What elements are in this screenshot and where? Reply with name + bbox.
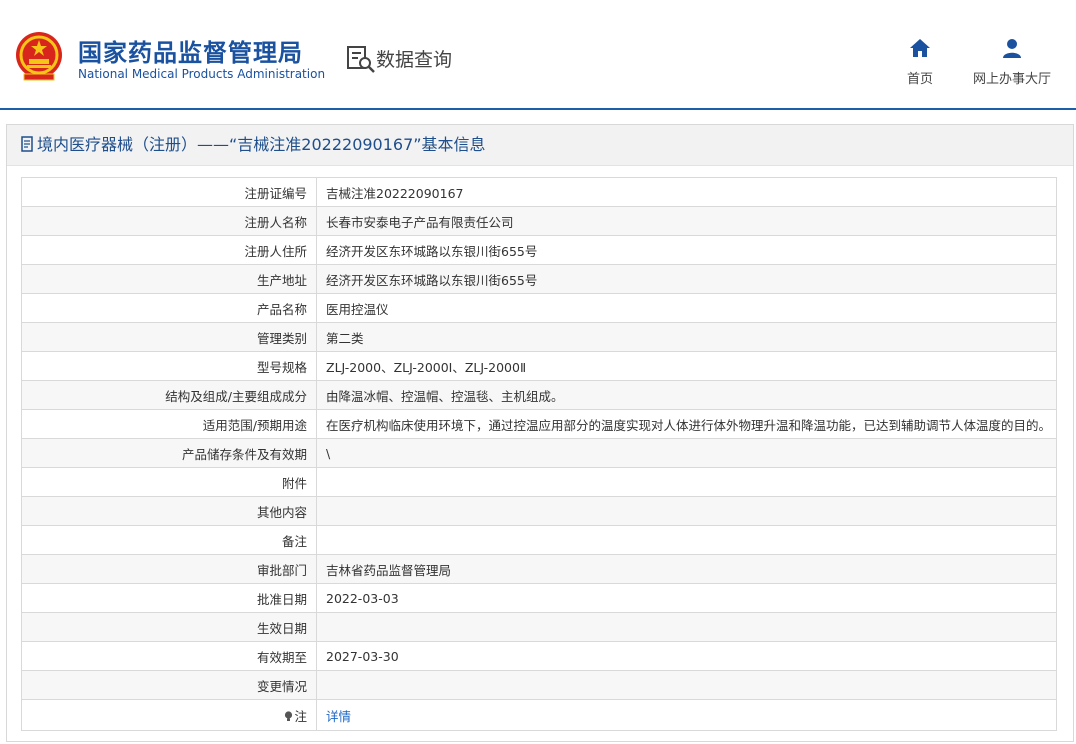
field-label: 生效日期 xyxy=(21,612,317,642)
table-row: 生效日期 xyxy=(21,612,1057,642)
note-value-cell: 详情 xyxy=(316,699,1057,731)
table-row: 生产地址 经济开发区东环城路以东银川街655号 xyxy=(21,264,1057,294)
document-icon xyxy=(21,136,33,152)
table-row: 其他内容 xyxy=(21,496,1057,526)
field-value: 经济开发区东环城路以东银川街655号 xyxy=(316,264,1057,294)
table-row: 审批部门 吉林省药品监督管理局 xyxy=(21,554,1057,584)
field-value: 吉械注准20222090167 xyxy=(316,177,1057,207)
table-row: 备注 xyxy=(21,525,1057,555)
field-label: 产品储存条件及有效期 xyxy=(21,438,317,468)
field-value: 医用控温仪 xyxy=(316,293,1057,323)
table-row: 适用范围/预期用途 在医疗机构临床使用环境下，通过控温应用部分的温度实现对人体进行… xyxy=(21,409,1057,439)
document-search-icon xyxy=(347,46,375,73)
table-row: 注册人住所 经济开发区东环城路以东银川街655号 xyxy=(21,235,1057,265)
table-row: 注册证编号 吉械注准20222090167 xyxy=(21,177,1057,207)
note-label: 注 xyxy=(294,708,307,724)
field-label: 适用范围/预期用途 xyxy=(21,409,317,439)
site-header: 国家药品监督管理局 National Medical Products Admi… xyxy=(0,0,1076,110)
table-row: 产品储存条件及有效期 \ xyxy=(21,438,1057,468)
field-label: 管理类别 xyxy=(21,322,317,352)
field-label: 注册人名称 xyxy=(21,206,317,236)
field-value xyxy=(316,525,1057,555)
user-icon xyxy=(1003,39,1021,58)
details-link[interactable]: 详情 xyxy=(326,709,351,724)
table-row: 产品名称 医用控温仪 xyxy=(21,293,1057,323)
registration-info-panel: 境内医疗器械（注册）——“吉械注准20222090167”基本信息 注册证编号吉… xyxy=(6,124,1074,742)
field-value xyxy=(316,467,1057,497)
nav-home[interactable]: 首页 xyxy=(875,38,965,87)
panel-title: 境内医疗器械（注册）——“吉械注准20222090167”基本信息 xyxy=(7,125,1073,166)
data-query-label: 数据查询 xyxy=(376,49,453,71)
field-value: 经济开发区东环城路以东银川街655号 xyxy=(316,235,1057,265)
nav-home-label: 首页 xyxy=(906,72,933,87)
field-value: ZLJ-2000、ZLJ-2000Ⅰ、ZLJ-2000Ⅱ xyxy=(316,351,1057,381)
field-value: 第二类 xyxy=(316,322,1057,352)
field-value xyxy=(316,670,1057,700)
field-value: 长春市安泰电子产品有限责任公司 xyxy=(316,206,1057,236)
org-name-en: National Medical Products Administration xyxy=(78,67,326,81)
table-row: 变更情况 xyxy=(21,670,1057,700)
field-label: 附件 xyxy=(21,467,317,497)
field-label: 变更情况 xyxy=(21,670,317,700)
field-value: 2027-03-30 xyxy=(316,641,1057,671)
note-row: 注 详情 xyxy=(21,699,1057,731)
table-row: 结构及组成/主要组成成分 由降温冰帽、控温帽、控温毯、主机组成。 xyxy=(21,380,1057,410)
table-row: 附件 xyxy=(21,467,1057,497)
field-label: 批准日期 xyxy=(21,583,317,613)
field-label: 备注 xyxy=(21,525,317,555)
nav-online-service-hall-label: 网上办事大厅 xyxy=(972,72,1051,87)
panel-title-text: 境内医疗器械（注册）——“吉械注准20222090167”基本信息 xyxy=(37,135,486,154)
field-label: 型号规格 xyxy=(21,351,317,381)
field-value: \ xyxy=(316,438,1057,468)
field-label: 生产地址 xyxy=(21,264,317,294)
nav-online-service-hall[interactable]: 网上办事大厅 xyxy=(967,38,1057,87)
table-row: 注册人名称 长春市安泰电子产品有限责任公司 xyxy=(21,206,1057,236)
field-value xyxy=(316,612,1057,642)
table-row: 型号规格 ZLJ-2000、ZLJ-2000Ⅰ、ZLJ-2000Ⅱ xyxy=(21,351,1057,381)
note-label-cell: 注 xyxy=(21,699,317,731)
field-label: 产品名称 xyxy=(21,293,317,323)
org-name-cn: 国家药品监督管理局 xyxy=(78,39,303,67)
field-label: 注册人住所 xyxy=(21,235,317,265)
field-value: 吉林省药品监督管理局 xyxy=(316,554,1057,584)
field-value: 在医疗机构临床使用环境下，通过控温应用部分的温度实现对人体进行体外物理升温和降温… xyxy=(316,409,1057,439)
field-label: 结构及组成/主要组成成分 xyxy=(21,380,317,410)
table-row: 管理类别 第二类 xyxy=(21,322,1057,352)
home-icon xyxy=(910,39,930,57)
field-value: 由降温冰帽、控温帽、控温毯、主机组成。 xyxy=(316,380,1057,410)
field-label: 注册证编号 xyxy=(21,177,317,207)
table-row: 有效期至 2027-03-30 xyxy=(21,641,1057,671)
field-label: 审批部门 xyxy=(21,554,317,584)
lightbulb-icon xyxy=(285,710,293,721)
field-value: 2022-03-03 xyxy=(316,583,1057,613)
field-label: 其他内容 xyxy=(21,496,317,526)
table-row: 批准日期 2022-03-03 xyxy=(21,583,1057,613)
field-value xyxy=(316,496,1057,526)
national-emblem-icon xyxy=(16,32,62,81)
field-label: 有效期至 xyxy=(21,641,317,671)
info-table: 注册证编号 吉械注准20222090167 注册人名称 长春市安泰电子产品有限责任公… xyxy=(21,177,1057,731)
